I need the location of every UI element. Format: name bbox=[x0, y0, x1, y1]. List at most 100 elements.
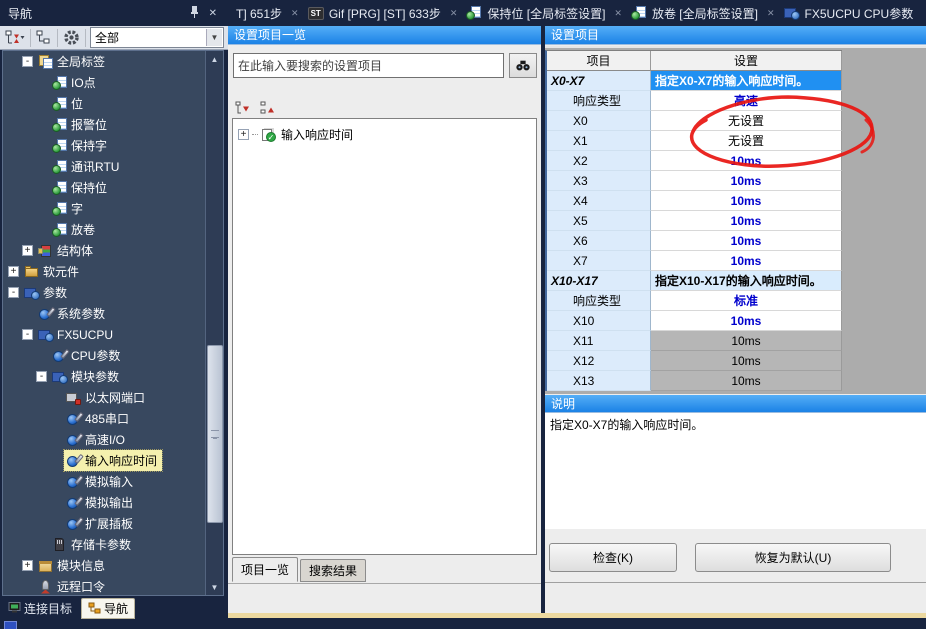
setting-cell[interactable]: 10ms bbox=[651, 231, 842, 251]
expand-toggle[interactable]: - bbox=[22, 329, 33, 340]
setting-cell[interactable]: 10ms bbox=[651, 351, 842, 371]
ethernet-icon bbox=[66, 391, 82, 405]
sidebar-item-word[interactable]: 字 bbox=[3, 198, 224, 219]
collapse-all-icon[interactable] bbox=[259, 98, 278, 118]
setting-cell[interactable]: 10ms bbox=[651, 251, 842, 271]
sidebar-item-label: IO点 bbox=[68, 73, 99, 92]
sidebar-item-analog-output[interactable]: 模拟输出 bbox=[3, 492, 224, 513]
tab-label: T] 651步 bbox=[236, 5, 282, 22]
sidebar-item-system-parameter[interactable]: 系统参数 bbox=[3, 303, 224, 324]
sidebar-item-io-points[interactable]: IO点 bbox=[3, 72, 224, 93]
expand-toggle[interactable]: - bbox=[22, 56, 33, 67]
tab-search-result[interactable]: 搜索结果 bbox=[300, 559, 366, 582]
tab-close-icon[interactable]: ✕ bbox=[613, 8, 623, 19]
expand-toggle[interactable]: + bbox=[8, 266, 19, 277]
check-button[interactable]: 检查(K) bbox=[549, 543, 677, 572]
expand-toggle[interactable]: - bbox=[8, 287, 19, 298]
sidebar-item-input-response-time[interactable]: 输入响应时间 bbox=[3, 450, 224, 471]
setting-cell[interactable]: 10ms bbox=[651, 171, 842, 191]
expand-toggle[interactable]: + bbox=[22, 245, 33, 256]
sidebar-item-module-parameter[interactable]: -模块参数 bbox=[3, 366, 224, 387]
tree-scrollbar[interactable]: ▲ ▼ bbox=[205, 51, 223, 595]
expand-toggle[interactable]: + bbox=[238, 129, 249, 140]
sidebar-item-global-label[interactable]: -全局标签 bbox=[3, 51, 224, 72]
binoculars-icon bbox=[516, 59, 530, 72]
restore-default-button[interactable]: 恢复为默认(U) bbox=[695, 543, 891, 572]
tree-filter-select[interactable]: 全部 ▼ bbox=[90, 27, 224, 48]
setting-cell[interactable]: 10ms bbox=[651, 151, 842, 171]
document-tabs: T] 651步 ✕ STGif [PRG] [ST] 633步 ✕ 保持位 [全… bbox=[228, 0, 926, 26]
tab-connection-destination[interactable]: 连接目标 bbox=[2, 599, 78, 618]
list-toolbar bbox=[234, 99, 278, 117]
sidebar-item-serial-485[interactable]: 485串口 bbox=[3, 408, 224, 429]
setting-cell[interactable]: 无设置 bbox=[651, 131, 842, 151]
tab-close-icon[interactable]: ✕ bbox=[766, 8, 776, 19]
expand-toggle[interactable]: - bbox=[36, 371, 47, 382]
setting-cell[interactable]: 10ms bbox=[651, 371, 842, 391]
tree-collapse-icon[interactable] bbox=[35, 28, 53, 48]
setting-cell[interactable]: 10ms bbox=[651, 191, 842, 211]
sidebar-item-module-info[interactable]: +模块信息 bbox=[3, 555, 224, 576]
sidebar-item-remote-password[interactable]: 远程口令 bbox=[3, 576, 224, 596]
global-label-icon bbox=[52, 118, 68, 132]
tab-cpu-parameter[interactable]: FX5UCPU CPU参数 bbox=[776, 5, 922, 22]
tab-navigation[interactable]: 导航 bbox=[81, 598, 135, 619]
wrench-icon bbox=[38, 307, 54, 321]
sidebar-item-analog-input[interactable]: 模拟输入 bbox=[3, 471, 224, 492]
setting-cell[interactable]: 10ms bbox=[651, 331, 842, 351]
close-icon[interactable]: ✕ bbox=[204, 8, 222, 19]
tab-close-icon[interactable]: ✕ bbox=[290, 8, 300, 19]
sidebar-item-label: 系统参数 bbox=[54, 304, 108, 323]
scrollbar-thumb[interactable] bbox=[207, 345, 223, 523]
tab-gif-program[interactable]: STGif [PRG] [ST] 633步 bbox=[300, 5, 449, 22]
setting-cell[interactable]: 标准 bbox=[651, 291, 842, 311]
chevron-down-icon[interactable]: ▼ bbox=[206, 29, 222, 46]
sidebar-item-unwind[interactable]: 放卷 bbox=[3, 219, 224, 240]
table-row: 响应类型标准 bbox=[547, 291, 842, 311]
scroll-down-icon[interactable]: ▼ bbox=[206, 579, 223, 595]
sidebar-item-high-speed-io[interactable]: 高速I/O bbox=[3, 429, 224, 450]
tree-filter-value: 全部 bbox=[95, 29, 119, 46]
sidebar-item-label: 报警位 bbox=[68, 115, 110, 134]
item-cell: X6 bbox=[547, 231, 651, 251]
sidebar-item-ethernet-port[interactable]: 以太网端口 bbox=[3, 387, 224, 408]
expand-toggle[interactable]: + bbox=[22, 560, 33, 571]
sidebar-item-parameter[interactable]: -参数 bbox=[3, 282, 211, 303]
sidebar-item-expansion-board[interactable]: 扩展插板 bbox=[3, 513, 224, 534]
sidebar-item-comm-rtu[interactable]: 通讯RTU bbox=[3, 156, 224, 177]
item-cell: X0-X7 bbox=[547, 71, 651, 91]
setting-cell[interactable]: 10ms bbox=[651, 211, 842, 231]
tab-label: 连接目标 bbox=[24, 600, 72, 617]
search-button[interactable] bbox=[509, 53, 537, 78]
output-window-icon[interactable] bbox=[4, 621, 17, 629]
remote-password-icon bbox=[38, 580, 54, 594]
sidebar-item-alarm-bit[interactable]: 报警位 bbox=[3, 114, 224, 135]
table-row: X1310ms bbox=[547, 371, 842, 391]
scroll-up-icon[interactable]: ▲ bbox=[206, 51, 223, 67]
setting-cell[interactable]: 高速 bbox=[651, 91, 842, 111]
gear-icon[interactable] bbox=[62, 28, 81, 48]
tree-node-input-response-time[interactable]: + 输入响应时间 bbox=[238, 125, 536, 144]
tab-latch-bit-labels[interactable]: 保持位 [全局标签设置] bbox=[458, 5, 613, 22]
setting-cell[interactable]: 无设置 bbox=[651, 111, 842, 131]
sidebar-item-cpu-parameter[interactable]: CPU参数 bbox=[3, 345, 224, 366]
sidebar-item-bit[interactable]: 位 bbox=[3, 93, 224, 114]
sidebar-item-memory-card-parameter[interactable]: 存储卡参数 bbox=[3, 534, 224, 555]
tab-unwind-labels[interactable]: 放卷 [全局标签设置] bbox=[623, 5, 766, 22]
sidebar-item-latch-word[interactable]: 保持字 bbox=[3, 135, 224, 156]
sidebar-item-device[interactable]: +软元件 bbox=[3, 261, 211, 282]
sidebar-item-label: 通讯RTU bbox=[68, 157, 122, 176]
tree-sort-icon[interactable] bbox=[4, 28, 26, 48]
tab-main-program[interactable]: T] 651步 bbox=[228, 5, 290, 22]
wrench-icon bbox=[66, 475, 82, 489]
search-input[interactable] bbox=[233, 53, 504, 78]
parameter-icon bbox=[38, 328, 54, 342]
pin-icon[interactable] bbox=[185, 5, 204, 21]
tab-close-icon[interactable]: ✕ bbox=[449, 8, 459, 19]
tab-item-list[interactable]: 项目一览 bbox=[232, 557, 298, 582]
setting-cell[interactable]: 10ms bbox=[651, 311, 842, 331]
sidebar-item-struct[interactable]: +结构体 bbox=[3, 240, 224, 261]
expand-all-icon[interactable] bbox=[234, 98, 253, 118]
sidebar-item-latch-bit[interactable]: 保持位 bbox=[3, 177, 224, 198]
sidebar-item-fx5ucpu[interactable]: -FX5UCPU bbox=[3, 324, 224, 345]
